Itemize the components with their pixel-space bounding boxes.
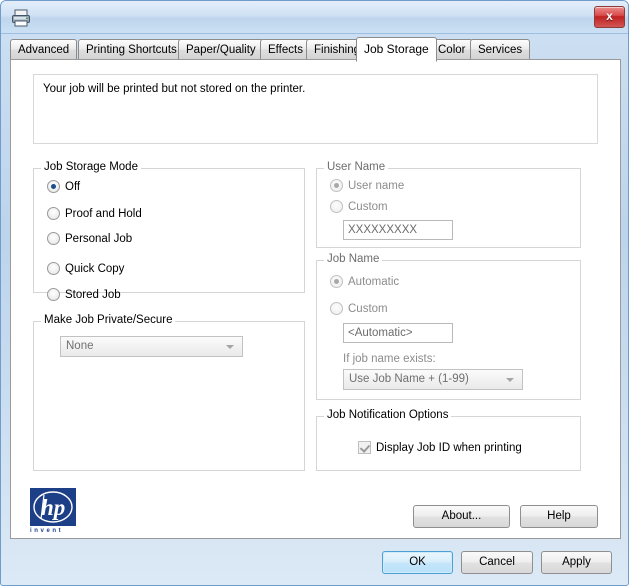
checkbox-label: Display Job ID when printing	[376, 442, 522, 454]
radio-button-icon	[47, 232, 60, 245]
title-bar: x	[1, 1, 628, 34]
tab-printing-shortcuts[interactable]: Printing Shortcuts	[78, 39, 185, 60]
svg-text:hp: hp	[41, 495, 65, 520]
if-job-name-exists-value: Use Job Name + (1-99)	[349, 373, 469, 385]
radio-user-name[interactable]: User name	[330, 178, 404, 194]
radio-job-name-automatic[interactable]: Automatic	[330, 274, 399, 290]
radio-label: Personal Job	[65, 233, 133, 245]
radio-button-icon	[330, 200, 343, 213]
tab-effects[interactable]: Effects	[260, 39, 311, 60]
radio-quick-copy[interactable]: Quick Copy	[47, 261, 124, 277]
job-name-custom-input[interactable]: <Automatic>	[343, 323, 453, 343]
status-message-text: Your job will be printed but not stored …	[43, 83, 306, 95]
radio-label: User name	[348, 180, 405, 192]
apply-button[interactable]: Apply	[541, 551, 612, 574]
job-storage-mode-title: Job Storage Mode	[41, 161, 141, 173]
make-job-private-select[interactable]: None	[60, 336, 243, 357]
hp-tagline: invent	[30, 528, 64, 534]
hp-logo: hp invent	[30, 488, 88, 540]
make-job-private-title: Make Job Private/Secure	[41, 314, 176, 326]
close-button[interactable]: x	[594, 6, 625, 28]
status-message-box: Your job will be printed but not stored …	[33, 74, 598, 144]
radio-button-icon	[330, 179, 343, 192]
about-button[interactable]: About...	[413, 505, 510, 528]
job-notification-title: Job Notification Options	[324, 409, 452, 421]
make-job-private-value: None	[66, 340, 94, 352]
radio-job-name-custom[interactable]: Custom	[330, 301, 388, 317]
if-job-name-exists-label: If job name exists:	[343, 353, 436, 365]
tab-strip: Advanced Printing Shortcuts Paper/Qualit…	[10, 37, 621, 62]
user-name-custom-input[interactable]: XXXXXXXXX	[343, 220, 453, 240]
ok-button[interactable]: OK	[382, 551, 453, 574]
tab-advanced[interactable]: Advanced	[10, 39, 78, 60]
user-name-group: User Name User name Custom XXXXXXXXX	[316, 161, 581, 248]
checkbox-icon	[358, 441, 371, 454]
job-name-group: Job Name Automatic Custom <Automatic> If…	[316, 253, 581, 400]
make-job-private-group: Make Job Private/Secure None	[33, 314, 305, 471]
radio-button-icon	[330, 275, 343, 288]
user-name-title: User Name	[324, 161, 389, 173]
radio-off[interactable]: Off	[47, 179, 80, 195]
radio-label: Quick Copy	[65, 263, 125, 275]
cancel-button[interactable]: Cancel	[461, 551, 533, 574]
radio-button-icon	[330, 302, 343, 315]
tab-services[interactable]: Services	[470, 39, 531, 60]
close-icon: x	[606, 9, 613, 23]
radio-label: Stored Job	[65, 289, 121, 301]
radio-label: Custom	[348, 303, 388, 315]
job-storage-page: Your job will be printed but not stored …	[10, 59, 621, 539]
radio-button-icon	[47, 288, 60, 301]
radio-personal-job[interactable]: Personal Job	[47, 231, 132, 247]
tab-paper-quality[interactable]: Paper/Quality	[178, 39, 264, 60]
display-job-id-checkbox-row[interactable]: Display Job ID when printing	[358, 440, 522, 456]
radio-button-icon	[47, 207, 60, 220]
help-button[interactable]: Help	[520, 505, 598, 528]
radio-button-icon	[47, 180, 60, 193]
radio-label: Off	[65, 181, 81, 193]
print-properties-dialog: x Advanced Printing Shortcuts Paper/Qual…	[0, 0, 629, 586]
radio-proof-and-hold[interactable]: Proof and Hold	[47, 206, 142, 222]
chevron-down-icon	[506, 378, 514, 382]
if-job-name-exists-select[interactable]: Use Job Name + (1-99)	[343, 369, 523, 390]
radio-button-icon	[47, 262, 60, 275]
radio-user-name-custom[interactable]: Custom	[330, 199, 388, 215]
radio-label: Automatic	[348, 276, 400, 288]
job-storage-mode-group: Job Storage Mode Off Proof and Hold Pers…	[33, 161, 305, 301]
job-name-title: Job Name	[324, 253, 383, 265]
radio-label: Proof and Hold	[65, 208, 142, 220]
hp-logo-mark: hp	[30, 488, 76, 526]
chevron-down-icon	[226, 345, 234, 349]
tab-job-storage[interactable]: Job Storage	[356, 37, 437, 62]
job-notification-options-group: Job Notification Options Display Job ID …	[316, 409, 581, 471]
radio-stored-job[interactable]: Stored Job	[47, 287, 121, 303]
radio-label: Custom	[348, 201, 388, 213]
dialog-footer: OK Cancel Apply	[1, 540, 628, 585]
printer-icon	[10, 8, 32, 28]
